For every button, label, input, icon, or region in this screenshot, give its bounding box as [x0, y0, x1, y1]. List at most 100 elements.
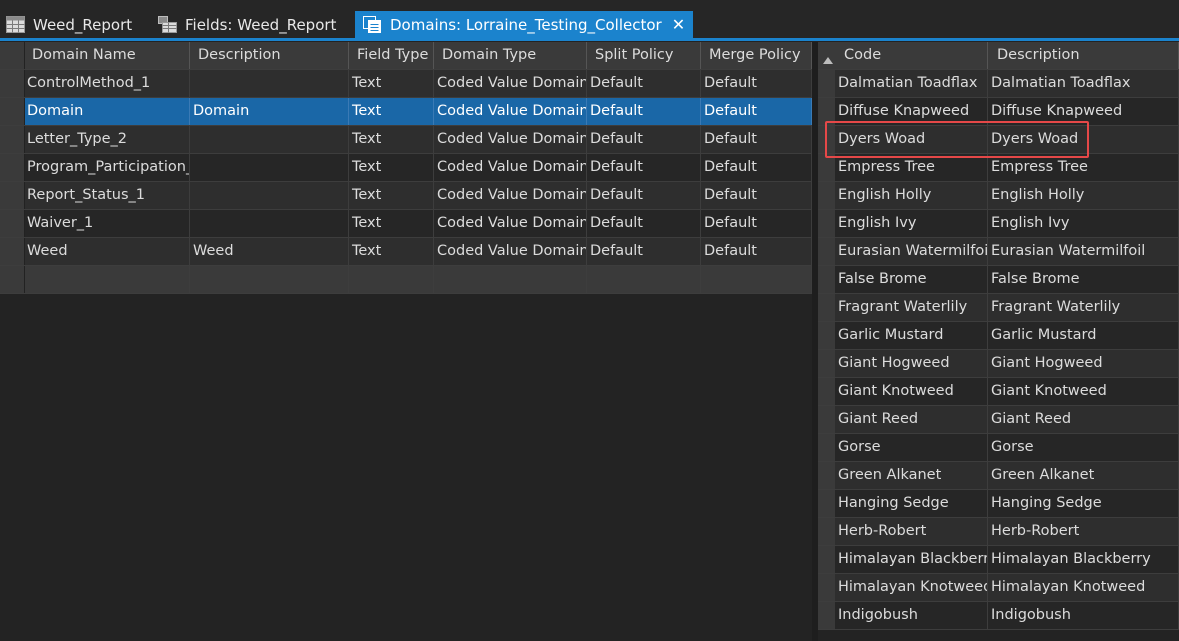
code-cell[interactable]: Hanging Sedge — [835, 490, 988, 517]
table-row[interactable]: Report_Status_1 Text Coded Value Domain Def… — [0, 182, 812, 210]
table-row[interactable]: English Ivy English Ivy — [818, 210, 1179, 238]
table-cell[interactable]: Coded Value Domain — [434, 154, 587, 181]
row-selector[interactable] — [0, 210, 25, 237]
description-cell[interactable]: English Ivy — [988, 210, 1179, 237]
tab-weed-report[interactable]: Weed_Report — [6, 11, 132, 38]
table-row[interactable]: ControlMethod_1 Text Coded Value Domain Def… — [0, 70, 812, 98]
table-cell[interactable] — [587, 266, 701, 293]
column-header[interactable]: Description — [988, 42, 1179, 69]
row-selector[interactable] — [0, 126, 25, 153]
table-row[interactable]: Indigobush Indigobush — [818, 602, 1179, 630]
table-row[interactable]: Giant Knotweed Giant Knotweed — [818, 378, 1179, 406]
description-cell[interactable]: Dyers Woad — [988, 126, 1179, 153]
table-row[interactable]: Fragrant Waterlily Fragrant Waterlily — [818, 294, 1179, 322]
description-cell[interactable]: English Holly — [988, 182, 1179, 209]
description-cell[interactable]: Hanging Sedge — [988, 490, 1179, 517]
table-cell[interactable] — [190, 182, 349, 209]
table-row[interactable]: Herb-Robert Herb-Robert — [818, 518, 1179, 546]
table-row[interactable]: False Brome False Brome — [818, 266, 1179, 294]
table-cell[interactable]: Coded Value Domain — [434, 70, 587, 97]
code-cell[interactable]: Giant Knotweed — [835, 378, 988, 405]
table-cell[interactable]: Waiver_1 — [24, 210, 190, 237]
code-cell[interactable]: Fragrant Waterlily — [835, 294, 988, 321]
table-cell[interactable]: Program_Participation_1 — [24, 154, 190, 181]
row-selector[interactable] — [818, 266, 835, 293]
description-cell[interactable]: Green Alkanet — [988, 462, 1179, 489]
row-selector[interactable] — [0, 238, 25, 265]
code-cell[interactable]: False Brome — [835, 266, 988, 293]
table-row[interactable]: Himalayan Knotweed Himalayan Knotweed — [818, 574, 1179, 602]
table-cell[interactable]: Weed — [190, 238, 349, 265]
row-selector[interactable] — [818, 154, 835, 181]
description-cell[interactable]: Fragrant Waterlily — [988, 294, 1179, 321]
table-cell[interactable]: Coded Value Domain — [434, 210, 587, 237]
row-selector[interactable] — [818, 238, 835, 265]
code-cell[interactable]: English Holly — [835, 182, 988, 209]
codes-header-row[interactable]: Code Description — [818, 42, 1179, 70]
code-cell[interactable]: Giant Reed — [835, 406, 988, 433]
row-selector[interactable] — [818, 294, 835, 321]
table-row[interactable]: Hanging Sedge Hanging Sedge — [818, 490, 1179, 518]
table-cell[interactable]: Weed — [24, 238, 190, 265]
table-cell[interactable]: Default — [587, 238, 701, 265]
table-row[interactable]: Green Alkanet Green Alkanet — [818, 462, 1179, 490]
column-header[interactable]: Code — [835, 42, 988, 69]
table-row[interactable]: Diffuse Knapweed Diffuse Knapweed — [818, 98, 1179, 126]
row-selector[interactable] — [818, 602, 835, 629]
row-selector[interactable] — [818, 406, 835, 433]
table-cell[interactable]: Letter_Type_2 — [24, 126, 190, 153]
description-cell[interactable]: Himalayan Blackberry — [988, 546, 1179, 573]
column-header[interactable]: Description — [190, 42, 349, 69]
row-selector[interactable] — [818, 322, 835, 349]
table-cell[interactable]: Default — [587, 182, 701, 209]
table-cell[interactable]: Default — [701, 98, 812, 125]
table-cell[interactable]: Text — [349, 126, 434, 153]
code-cell[interactable]: Green Alkanet — [835, 462, 988, 489]
table-row[interactable]: Giant Hogweed Giant Hogweed — [818, 350, 1179, 378]
description-cell[interactable]: Empress Tree — [988, 154, 1179, 181]
table-row[interactable]: Weed Weed Text Coded Value Domain Default Def… — [0, 238, 812, 266]
description-cell[interactable]: False Brome — [988, 266, 1179, 293]
table-row[interactable]: Domain Domain Text Coded Value Domain Defaul… — [0, 98, 812, 126]
table-cell[interactable]: Text — [349, 210, 434, 237]
code-cell[interactable]: Dalmatian Toadflax — [835, 70, 988, 97]
row-selector[interactable] — [818, 546, 835, 573]
table-cell[interactable] — [434, 266, 587, 293]
table-cell[interactable]: Default — [701, 70, 812, 97]
description-cell[interactable]: Eurasian Watermilfoil — [988, 238, 1179, 265]
description-cell[interactable]: Himalayan Knotweed — [988, 574, 1179, 601]
table-cell[interactable] — [24, 266, 190, 293]
table-cell[interactable] — [701, 266, 812, 293]
row-selector[interactable] — [818, 490, 835, 517]
table-cell[interactable] — [190, 126, 349, 153]
description-cell[interactable]: Herb-Robert — [988, 518, 1179, 545]
row-selector[interactable] — [0, 70, 25, 97]
code-cell[interactable]: Eurasian Watermilfoil — [835, 238, 988, 265]
description-cell[interactable]: Garlic Mustard — [988, 322, 1179, 349]
row-selector[interactable] — [818, 126, 835, 153]
row-selector[interactable] — [0, 154, 25, 181]
row-selector[interactable] — [818, 98, 835, 125]
description-cell[interactable]: Indigobush — [988, 602, 1179, 629]
row-selector[interactable] — [818, 462, 835, 489]
table-cell[interactable] — [190, 210, 349, 237]
table-cell[interactable]: Default — [587, 210, 701, 237]
table-row[interactable]: Himalayan Blackberry Himalayan Blackberry — [818, 546, 1179, 574]
table-row[interactable]: Eurasian Watermilfoil Eurasian Watermilfo… — [818, 238, 1179, 266]
row-selector[interactable] — [818, 434, 835, 461]
table-cell[interactable]: Report_Status_1 — [24, 182, 190, 209]
code-cell[interactable]: Himalayan Knotweed — [835, 574, 988, 601]
row-selector[interactable] — [0, 98, 25, 125]
code-cell[interactable]: English Ivy — [835, 210, 988, 237]
new-row[interactable] — [0, 266, 812, 294]
table-row[interactable]: Dyers Woad Dyers Woad — [818, 126, 1179, 154]
column-header[interactable]: Domain Type — [434, 42, 587, 69]
table-cell[interactable]: Default — [701, 126, 812, 153]
table-cell[interactable]: Coded Value Domain — [434, 98, 587, 125]
description-cell[interactable]: Gorse — [988, 434, 1179, 461]
row-selector[interactable] — [818, 42, 835, 69]
row-selector[interactable] — [818, 70, 835, 97]
row-selector[interactable] — [818, 378, 835, 405]
table-cell[interactable] — [190, 266, 349, 293]
table-cell[interactable]: Coded Value Domain — [434, 126, 587, 153]
